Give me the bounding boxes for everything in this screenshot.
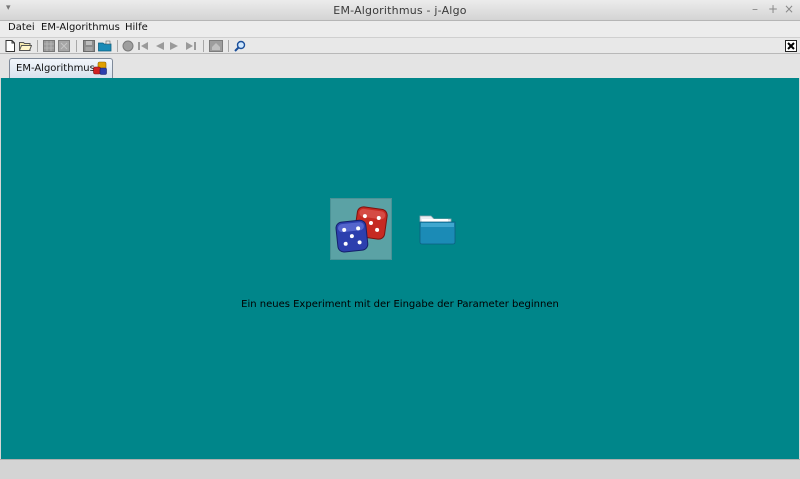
home-icon[interactable] xyxy=(209,40,223,52)
zoom-icon[interactable] xyxy=(234,40,246,52)
grid-icon[interactable] xyxy=(43,40,55,52)
open-folder-icon[interactable] xyxy=(19,40,32,52)
step-forward-icon[interactable] xyxy=(169,40,181,52)
window-title: EM-Algorithmus - j-Algo xyxy=(333,4,467,17)
hint-text: Ein neues Experiment mit der Eingabe der… xyxy=(241,299,559,310)
dice-icon xyxy=(335,206,388,253)
open-module-icon[interactable] xyxy=(98,40,112,52)
status-bar xyxy=(0,459,800,479)
menu-bar: Datei EM-Algorithmus Hilfe xyxy=(0,21,800,37)
close-module-icon[interactable] xyxy=(785,40,797,52)
tab-strip: EM-Algorithmus xyxy=(0,54,800,78)
menu-datei[interactable]: Datei xyxy=(8,22,35,33)
first-step-icon[interactable] xyxy=(137,40,149,52)
new-document-icon[interactable] xyxy=(4,40,16,52)
menu-em-algorithmus[interactable]: EM-Algorithmus xyxy=(41,22,120,33)
close-window-button[interactable]: × xyxy=(784,2,794,16)
toolbar xyxy=(0,37,800,54)
record-icon[interactable] xyxy=(122,40,134,52)
minimize-button[interactable]: – xyxy=(752,2,758,16)
main-panel: Ein neues Experiment mit der Eingabe der… xyxy=(1,78,799,459)
grid-disabled-icon[interactable] xyxy=(58,40,70,52)
tab-em-algorithmus[interactable]: EM-Algorithmus xyxy=(9,58,113,78)
tab-label: EM-Algorithmus xyxy=(16,63,95,74)
window-titlebar[interactable]: ▾ EM-Algorithmus - j-Algo – + × xyxy=(0,0,800,21)
step-back-icon[interactable] xyxy=(153,40,165,52)
menu-hilfe[interactable]: Hilfe xyxy=(125,22,148,33)
save-icon[interactable] xyxy=(83,40,95,52)
open-file-button[interactable] xyxy=(418,212,458,246)
maximize-button[interactable]: + xyxy=(768,2,778,16)
dice-icon xyxy=(93,61,107,75)
new-experiment-button[interactable] xyxy=(330,198,392,260)
last-step-icon[interactable] xyxy=(185,40,197,52)
